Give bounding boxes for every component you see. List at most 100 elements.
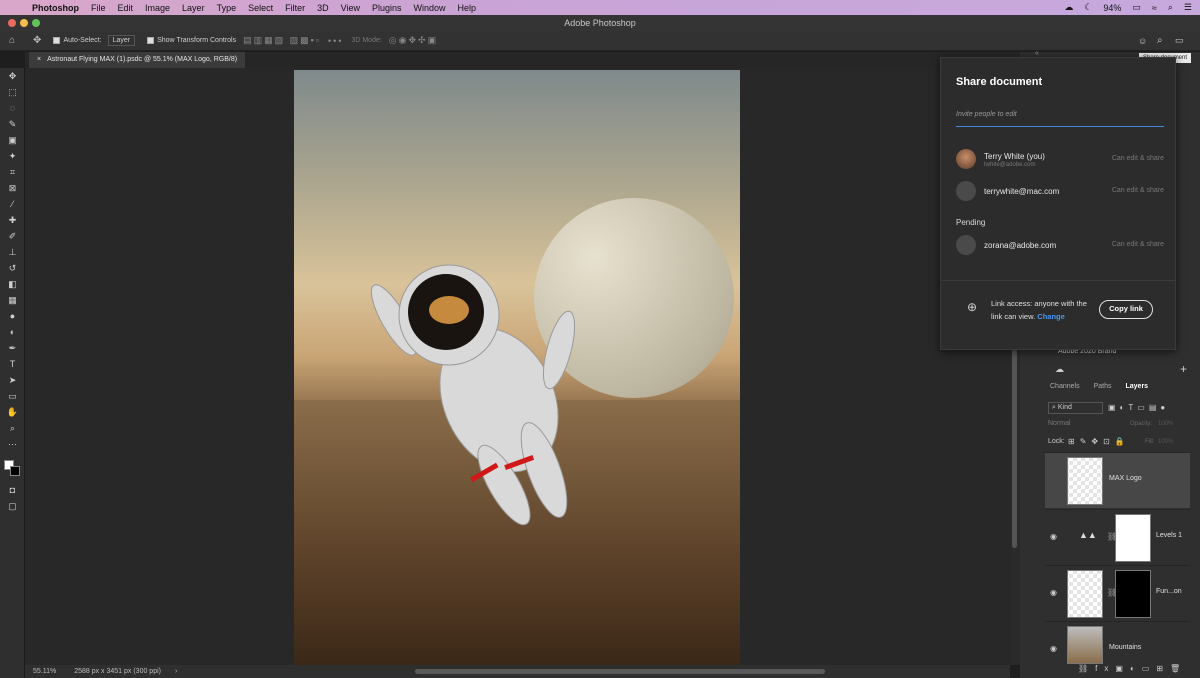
kind-filter[interactable]: ⌕ Kind (1048, 402, 1103, 414)
avatar (956, 181, 976, 201)
shape-tool-icon[interactable]: ▭ (0, 388, 25, 404)
menu-filter[interactable]: Filter (285, 3, 305, 13)
visibility-eye-icon[interactable]: ◉ (1050, 644, 1057, 653)
minimize-window-button[interactable] (20, 19, 28, 27)
object-select-tool-icon[interactable]: ▣ (0, 132, 25, 148)
menu-plugins[interactable]: Plugins (372, 3, 402, 13)
zoom-window-button[interactable] (32, 19, 40, 27)
opacity-value[interactable]: 100% (1158, 421, 1173, 427)
visibility-eye-icon[interactable]: ◉ (1050, 588, 1057, 597)
permission-label[interactable]: Can edit & share (1112, 241, 1164, 248)
more-tools-icon[interactable]: ⋯ (0, 436, 25, 452)
align-buttons[interactable]: ▤▥▦▧ ▨▩▪▫ (243, 35, 321, 46)
add-library-icon[interactable]: + (1180, 362, 1187, 376)
layer-mask-thumbnail (1115, 570, 1151, 618)
share-icon[interactable]: ☺ (1138, 36, 1147, 46)
home-icon[interactable]: ⌂ (9, 35, 15, 46)
magic-wand-icon[interactable]: ✦ (0, 148, 25, 164)
layer-row-levels[interactable]: ◉ ▲▲ ⛓ Levels 1 (1045, 509, 1190, 565)
search-icon[interactable]: ⌕ (1157, 35, 1163, 46)
tab-layers[interactable]: Layers (1125, 380, 1148, 394)
close-tab-icon[interactable]: × (37, 56, 41, 63)
clone-stamp-icon[interactable]: ⊥ (0, 244, 25, 260)
path-select-icon[interactable]: ➤ (0, 372, 25, 388)
close-window-button[interactable] (8, 19, 16, 27)
menu-select[interactable]: Select (248, 3, 273, 13)
menu-3d[interactable]: 3D (317, 3, 329, 13)
battery-icon[interactable]: ▭ (1132, 2, 1141, 13)
screen-mode-icon[interactable]: ▢ (0, 498, 25, 514)
wifi-icon[interactable]: ≈ (1152, 3, 1157, 13)
share-person: terrywhite@mac.com Can edit & share (956, 181, 1164, 201)
menu-layer[interactable]: Layer (182, 3, 205, 13)
crop-tool-icon[interactable]: ⌗ (0, 164, 25, 180)
more-options-icon[interactable]: ••• (328, 36, 343, 46)
workspace-icon[interactable]: ▭ (1175, 35, 1184, 46)
dark-mode-icon[interactable]: ☾ (1084, 2, 1092, 13)
permission-label[interactable]: Can edit & share (1112, 187, 1164, 194)
marquee-tool-icon[interactable]: ⬚ (0, 84, 25, 100)
dodge-tool-icon[interactable]: ◐ (0, 324, 25, 340)
tab-channels[interactable]: Channels (1050, 380, 1080, 394)
layer-row-max-logo[interactable]: MAX Logo (1045, 452, 1190, 508)
frame-tool-icon[interactable]: ⊠ (0, 180, 25, 196)
change-link[interactable]: Change (1037, 312, 1065, 321)
menu-edit[interactable]: Edit (118, 3, 134, 13)
quick-select-tool-icon[interactable]: ✎ (0, 116, 25, 132)
canvas-area[interactable] (25, 68, 1010, 665)
tab-paths[interactable]: Paths (1094, 380, 1112, 394)
layer-name: Fun...on (1156, 588, 1182, 595)
invite-input[interactable]: Invite people to edit (956, 111, 1164, 127)
control-center-icon[interactable]: ☰ (1184, 2, 1192, 13)
copy-link-button[interactable]: Copy link (1099, 300, 1153, 319)
background-color[interactable] (10, 466, 20, 476)
cloud-icon[interactable]: ☁ (1055, 364, 1064, 375)
collapse-icon[interactable]: « (1035, 50, 1039, 57)
3d-mode-buttons[interactable]: ◎◉✥✣▣ (389, 35, 438, 46)
menu-view[interactable]: View (341, 3, 360, 13)
blur-tool-icon[interactable]: ● (0, 308, 25, 324)
fill-value[interactable]: 100% (1158, 439, 1173, 445)
avatar (956, 149, 976, 169)
menu-image[interactable]: Image (145, 3, 170, 13)
eraser-icon[interactable]: ◧ (0, 276, 25, 292)
quick-mask-icon[interactable]: ◘ (0, 482, 25, 498)
document-tab[interactable]: × Astronaut Flying MAX (1).psdc @ 55.1% (… (29, 52, 246, 68)
visibility-eye-icon[interactable]: ◉ (1050, 532, 1057, 541)
status-menu-arrow-icon[interactable]: › (175, 668, 177, 675)
pen-tool-icon[interactable]: ✒ (0, 340, 25, 356)
menu-type[interactable]: Type (217, 3, 237, 13)
menu-help[interactable]: Help (458, 3, 477, 13)
hand-tool-icon[interactable]: ✋ (0, 404, 25, 420)
auto-select-checkbox[interactable] (53, 37, 61, 44)
document-canvas[interactable] (294, 70, 740, 665)
permission-label[interactable]: Can edit & share (1112, 155, 1164, 162)
color-swatches[interactable] (0, 452, 25, 482)
move-tool-icon[interactable]: ✥ (33, 35, 41, 46)
move-tool-icon[interactable]: ✥ (0, 68, 25, 84)
gradient-tool-icon[interactable]: ▦ (0, 292, 25, 308)
layer-row-astronaut[interactable]: ◉ ⛓ Fun...on (1045, 565, 1190, 621)
horizontal-scroll-thumb[interactable] (415, 669, 825, 674)
menu-window[interactable]: Window (414, 3, 446, 13)
healing-brush-icon[interactable]: ✚ (0, 212, 25, 228)
zoom-level[interactable]: 55.11% (33, 668, 56, 675)
layer-filter-icons[interactable]: ▣◐T▭▤● (1108, 403, 1169, 412)
lock-icons[interactable]: ⊞✎✥⊡🔒 (1068, 437, 1130, 446)
creative-cloud-icon[interactable]: ☁ (1064, 2, 1073, 13)
show-transform-checkbox[interactable] (147, 37, 155, 44)
layer-row-mountains[interactable]: ◉ Mountains (1045, 621, 1190, 664)
type-tool-icon[interactable]: T (0, 356, 25, 372)
spotlight-icon[interactable]: ⌕ (1168, 2, 1173, 13)
eyedropper-icon[interactable]: ⁄ (0, 196, 25, 212)
menu-file[interactable]: File (91, 3, 106, 13)
menu-app[interactable]: Photoshop (32, 3, 79, 13)
zoom-tool-icon[interactable]: ⌕ (0, 420, 25, 436)
brush-tool-icon[interactable]: ✐ (0, 228, 25, 244)
history-brush-icon[interactable]: ↺ (0, 260, 25, 276)
layer-thumbnail (1067, 570, 1103, 618)
blend-mode-select[interactable]: Normal (1048, 420, 1128, 431)
layer-footer-icons[interactable]: ⛓fx▣◐▭⊞🗑 (1078, 664, 1187, 673)
lasso-tool-icon[interactable]: ◌ (0, 100, 25, 116)
layer-select-dropdown[interactable]: Layer (107, 35, 136, 46)
